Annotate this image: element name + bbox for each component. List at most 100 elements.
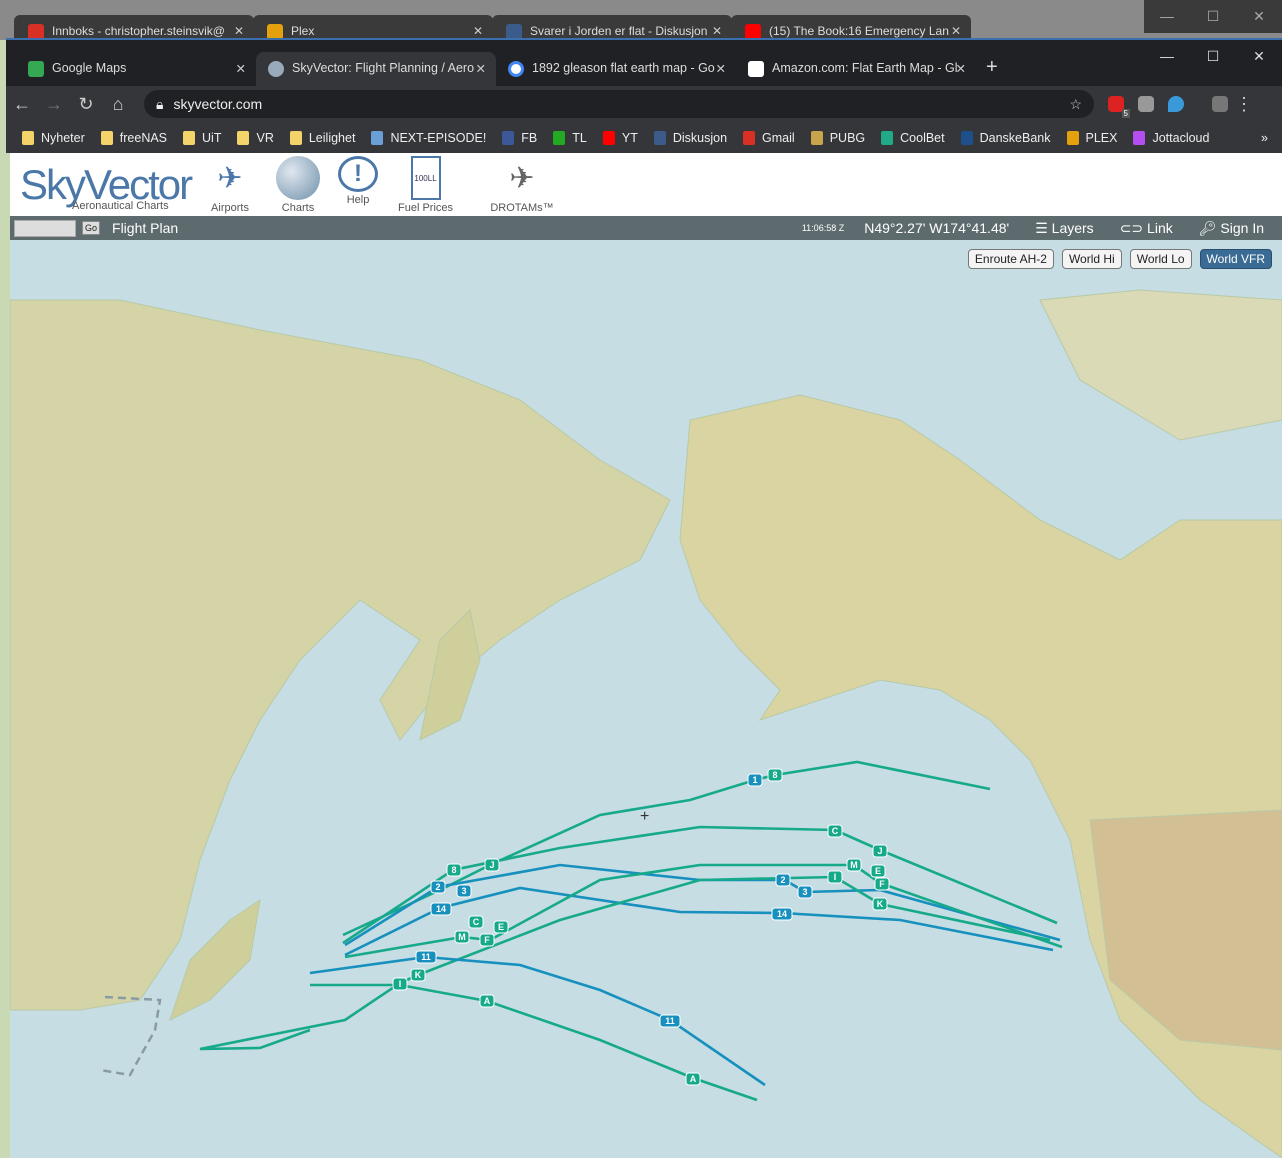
globe-icon bbox=[276, 156, 320, 200]
fuel-sign-icon: 100LL bbox=[410, 156, 441, 200]
bookmark-label: NEXT-EPISODE! bbox=[390, 130, 487, 145]
tab-skyvector[interactable]: SkyVector: Flight Planning / Aero ✕ bbox=[256, 52, 496, 86]
tab-google-maps[interactable]: Google Maps ✕ bbox=[16, 52, 256, 86]
bookmark-item[interactable]: Diskusjon bbox=[653, 130, 727, 145]
bookmark-icon bbox=[371, 130, 384, 145]
bookmark-item[interactable]: PUBG bbox=[810, 130, 866, 145]
browser-chrome: Google Maps ✕ SkyVector: Flight Planning … bbox=[6, 38, 1282, 153]
waypoint-label: C bbox=[473, 917, 480, 927]
waypoint-label: 8 bbox=[451, 865, 456, 875]
bookmark-item[interactable]: Gmail bbox=[743, 130, 795, 145]
waypoint-label: J bbox=[489, 860, 494, 870]
bookmark-item[interactable]: TL bbox=[553, 130, 587, 145]
bookmark-label: Leilighet bbox=[308, 130, 356, 145]
bookmark-label: PUBG bbox=[829, 130, 866, 145]
bookmark-item[interactable]: Leilighet bbox=[289, 130, 356, 145]
bg-tab[interactable]: Innboks - christopher.steinsvik@ ✕ bbox=[14, 15, 254, 40]
bookmark-item[interactable]: DanskeBank bbox=[960, 130, 1051, 145]
reload-icon[interactable]: ↻ bbox=[70, 94, 102, 115]
close-tab-icon[interactable]: ✕ bbox=[476, 61, 486, 76]
close-icon[interactable]: ✕ bbox=[1236, 40, 1282, 73]
nav-airports[interactable]: ✈ Airports bbox=[208, 156, 252, 215]
bookmark-item[interactable]: freeNAS bbox=[100, 130, 168, 145]
bookmark-star-icon[interactable]: ☆ bbox=[1069, 96, 1082, 113]
chart-world-vfr-button[interactable]: World VFR bbox=[1199, 249, 1272, 269]
search-input[interactable] bbox=[14, 219, 76, 237]
bookmark-item[interactable]: Nyheter bbox=[22, 130, 85, 145]
more-bookmarks-button[interactable]: » bbox=[1261, 131, 1268, 145]
bookmark-item[interactable]: UiT bbox=[183, 130, 222, 145]
waypoint-label: 14 bbox=[436, 904, 446, 914]
bookmark-item[interactable]: VR bbox=[237, 130, 274, 145]
forward-icon[interactable]: → bbox=[38, 94, 70, 115]
maximize-icon[interactable]: ☐ bbox=[1190, 0, 1236, 33]
bookmark-item[interactable]: YT bbox=[602, 130, 638, 145]
close-tab-icon[interactable]: ✕ bbox=[236, 61, 246, 76]
extension-adblock-icon[interactable]: 5 bbox=[1108, 96, 1130, 118]
back-icon[interactable]: ← bbox=[6, 94, 38, 115]
bookmark-label: UiT bbox=[202, 130, 222, 145]
extension-icon[interactable] bbox=[1138, 96, 1154, 112]
minimize-icon[interactable]: — bbox=[1144, 40, 1190, 73]
tab-google-search[interactable]: 1892 gleason flat earth map - Go ✕ bbox=[496, 52, 736, 86]
go-button[interactable]: Go bbox=[82, 221, 101, 235]
waypoint-label: F bbox=[484, 935, 490, 945]
route-line[interactable] bbox=[344, 886, 1054, 957]
extension-badge: 5 bbox=[1121, 109, 1130, 118]
bookmark-icon bbox=[183, 130, 196, 145]
nav-fuel-prices[interactable]: 100LL Fuel Prices bbox=[398, 156, 453, 214]
close-tab-icon[interactable]: ✕ bbox=[716, 61, 726, 76]
menu-icon[interactable]: ⋮ bbox=[1228, 94, 1260, 115]
bg-tab[interactable]: Plex ✕ bbox=[253, 15, 493, 40]
link-button[interactable]: ⊂⊃ Link bbox=[1120, 220, 1173, 237]
nav-label: Help bbox=[346, 194, 370, 206]
nav-label: Charts bbox=[281, 202, 315, 214]
tab-label: SkyVector: Flight Planning / Aero bbox=[292, 61, 475, 75]
bookmark-icon bbox=[960, 130, 973, 145]
address-bar[interactable]: 🔒︎ skyvector.com ☆ bbox=[144, 90, 1094, 118]
bookmark-label: TL bbox=[572, 130, 587, 145]
route-line[interactable] bbox=[309, 955, 766, 1087]
layers-icon: ☰ bbox=[1035, 219, 1052, 236]
layers-button[interactable]: ☰ Layers bbox=[1035, 220, 1093, 237]
bookmark-item[interactable]: Jottacloud bbox=[1133, 130, 1209, 145]
chart-world-hi-button[interactable]: World Hi bbox=[1061, 249, 1122, 269]
bookmark-icon bbox=[553, 130, 566, 145]
waypoint-label: 11 bbox=[665, 1016, 675, 1026]
close-icon[interactable]: ✕ bbox=[1236, 0, 1282, 33]
nav-drotams[interactable]: ✈ DROTAMs™ bbox=[482, 156, 562, 215]
bg-tab[interactable]: (15) The Book:16 Emergency Lan ✕ bbox=[731, 15, 971, 40]
nav-help[interactable]: ! Help bbox=[338, 156, 378, 206]
bookmark-item[interactable]: FB bbox=[502, 130, 537, 145]
waypoint-label: 8 bbox=[772, 770, 777, 780]
bookmark-label: PLEX bbox=[1085, 130, 1118, 145]
airports-icon: ✈ bbox=[217, 161, 243, 195]
bookmark-icon bbox=[1133, 130, 1146, 145]
maximize-icon[interactable]: ☐ bbox=[1190, 40, 1236, 73]
new-tab-button[interactable]: + bbox=[976, 52, 1008, 86]
home-icon[interactable]: ⌂ bbox=[102, 94, 134, 115]
bookmark-label: DanskeBank bbox=[979, 130, 1051, 145]
tab-amazon[interactable]: Amazon.com: Flat Earth Map - Gl ✕ bbox=[736, 52, 976, 86]
flight-plan-button[interactable]: Flight Plan bbox=[112, 220, 178, 236]
nav-charts[interactable]: Charts bbox=[276, 156, 320, 214]
minimize-icon[interactable]: — bbox=[1144, 0, 1190, 33]
bookmark-label: freeNAS bbox=[119, 130, 168, 145]
nav-label: Fuel Prices bbox=[398, 202, 454, 214]
profile-avatar[interactable] bbox=[1212, 96, 1228, 112]
waypoint-label: 14 bbox=[777, 909, 787, 919]
bg-tab[interactable]: Svarer i Jorden er flat - Diskusjon ✕ bbox=[492, 15, 732, 40]
bookmark-icon bbox=[743, 130, 756, 145]
bookmark-item[interactable]: CoolBet bbox=[881, 130, 945, 145]
map-canvas[interactable]: 1 8CJ2 314J8 MEFIKC EM F11IKA11A2314 + bbox=[10, 240, 1282, 1158]
bookmark-item[interactable]: PLEX bbox=[1066, 130, 1118, 145]
close-tab-icon[interactable]: ✕ bbox=[956, 61, 966, 76]
chart-map[interactable]: 1 8 C J 2 3 14 J 8 M E F I K C E M F 11 I K A 11 A 2 3 14 + Enrout… bbox=[10, 240, 1282, 1158]
waypoint-label: 3 bbox=[802, 887, 807, 897]
tab-label: Google Maps bbox=[52, 61, 127, 75]
chart-world-lo-button[interactable]: World Lo bbox=[1129, 249, 1192, 269]
droplet-icon[interactable] bbox=[1168, 96, 1184, 112]
bookmark-item[interactable]: NEXT-EPISODE! bbox=[371, 130, 487, 145]
chart-enroute-ah2-button[interactable]: Enroute AH-2 bbox=[967, 249, 1054, 269]
sign-in-button[interactable]: 🔑︎ Sign In bbox=[1199, 220, 1264, 237]
